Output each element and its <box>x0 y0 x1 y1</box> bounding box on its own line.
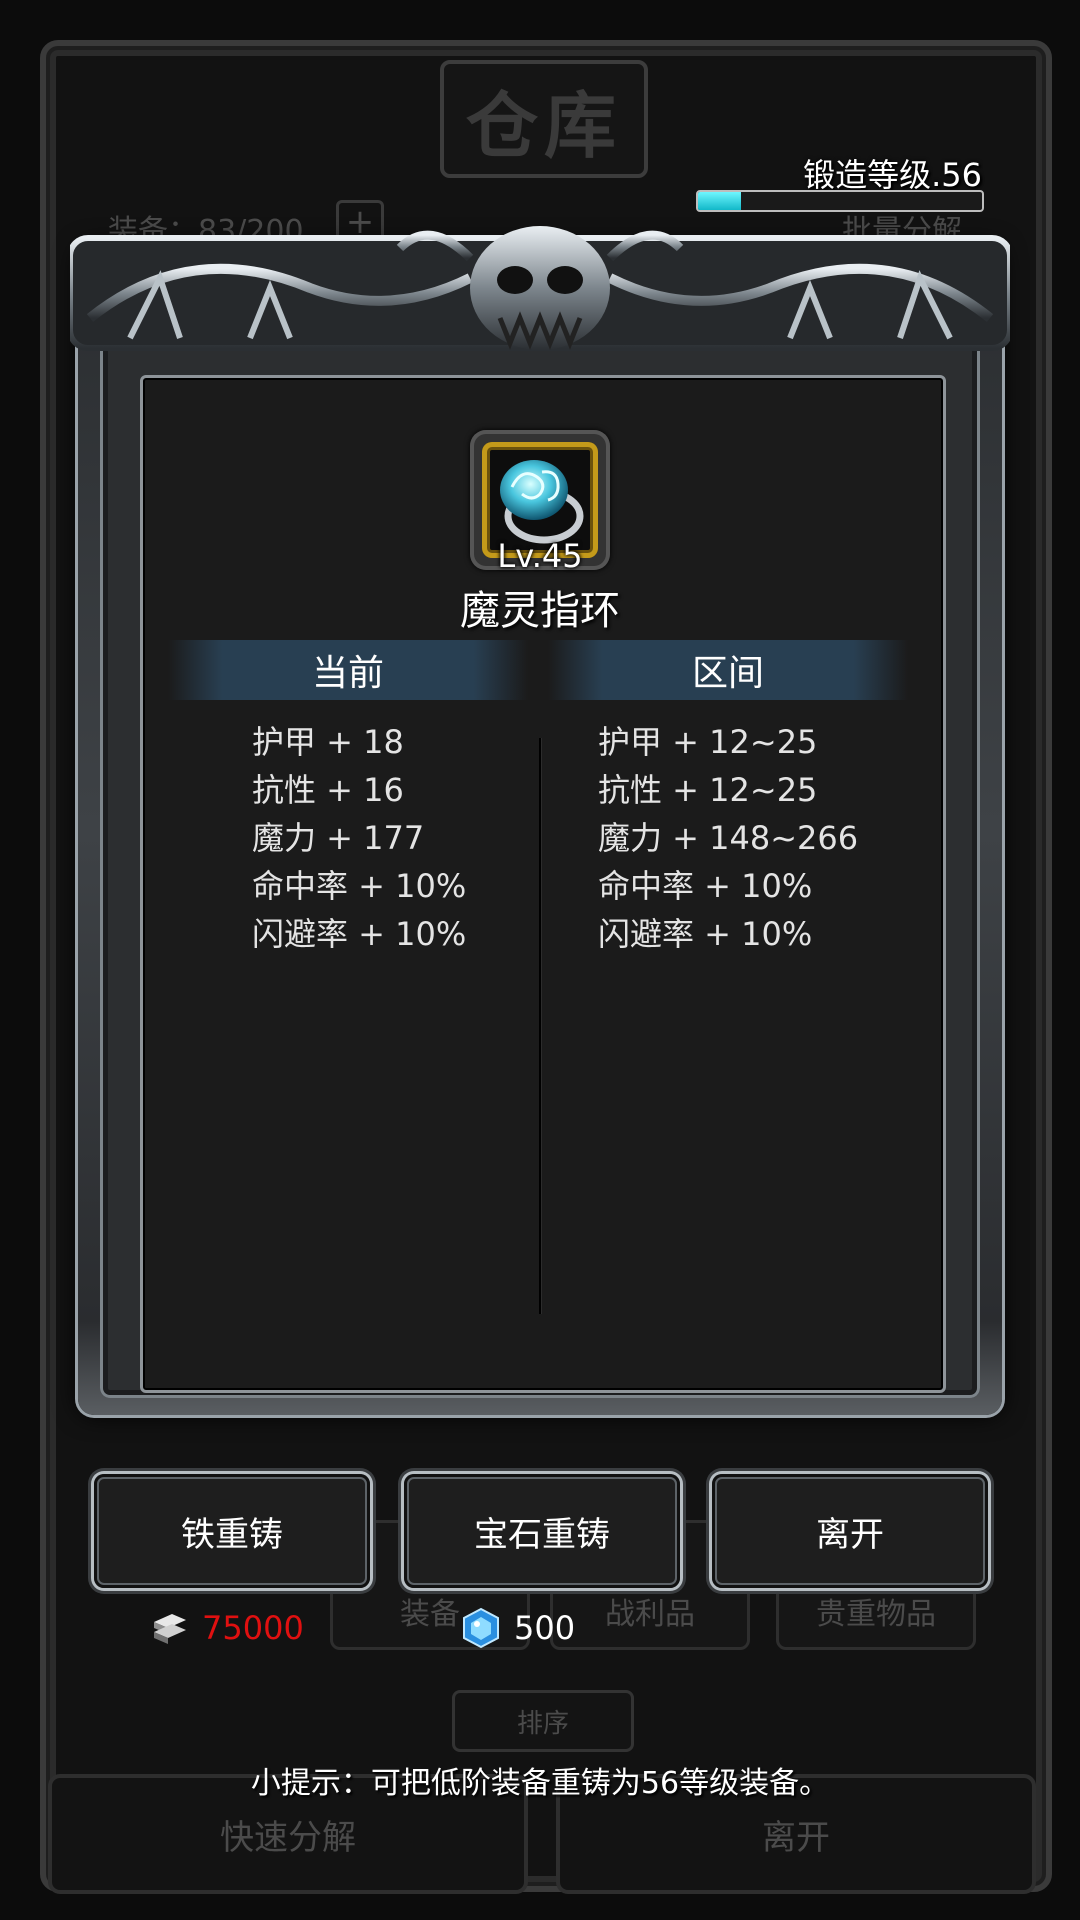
current-stat-dodge-rate: 闪避率 + 10% <box>252 915 467 953</box>
iron-amount: 75000 <box>202 1609 304 1647</box>
iron-ingot-icon <box>154 1614 186 1644</box>
current-stat-resistance: 抗性 + 16 <box>252 771 404 809</box>
current-stat-hit-rate: 命中率 + 10% <box>252 867 467 905</box>
sort-button[interactable]: 排序 <box>452 1690 634 1752</box>
current-stats-header: 当前 <box>168 640 528 700</box>
warehouse-title: 仓库 <box>465 82 622 168</box>
item-name: 魔灵指环 <box>460 588 620 634</box>
current-stat-armor: 护甲 + 18 <box>252 723 404 761</box>
iron-currency: 75000 <box>150 1604 304 1652</box>
range-stats-header: 区间 <box>548 640 908 700</box>
current-stat-magic: 魔力 + 177 <box>252 819 425 857</box>
skull-ornament-icon <box>70 226 1010 351</box>
range-stat-resistance: 抗性 + 12~25 <box>598 771 818 809</box>
range-stat-magic: 魔力 + 148~266 <box>598 819 859 857</box>
gem-currency: 500 <box>460 1604 575 1652</box>
tip-text: 小提示：可把低阶装备重铸为56等级装备。 <box>250 1766 830 1801</box>
gem-recast-button[interactable]: 宝石重铸 <box>404 1474 680 1588</box>
column-divider <box>539 738 541 1314</box>
range-stat-hit-rate: 命中率 + 10% <box>598 867 813 905</box>
range-stat-armor: 护甲 + 12~25 <box>598 723 818 761</box>
leave-button[interactable]: 离开 <box>712 1474 988 1588</box>
current-stats-list: 护甲 + 18 抗性 + 16 魔力 + 177 命中率 + 10% 闪避率 +… <box>252 718 466 958</box>
item-level: Lv.45 <box>497 537 583 575</box>
range-stats-list: 护甲 + 12~25 抗性 + 12~25 魔力 + 148~266 命中率 +… <box>598 718 858 958</box>
blue-gem-icon <box>463 1607 499 1649</box>
iron-recast-button[interactable]: 铁重铸 <box>94 1474 370 1588</box>
forge-progress-fill <box>698 192 741 210</box>
forge-progress-bar <box>696 190 984 212</box>
range-stat-dodge-rate: 闪避率 + 10% <box>598 915 813 953</box>
warehouse-title-plate: 仓库 <box>440 60 648 178</box>
gem-amount: 500 <box>514 1609 576 1647</box>
